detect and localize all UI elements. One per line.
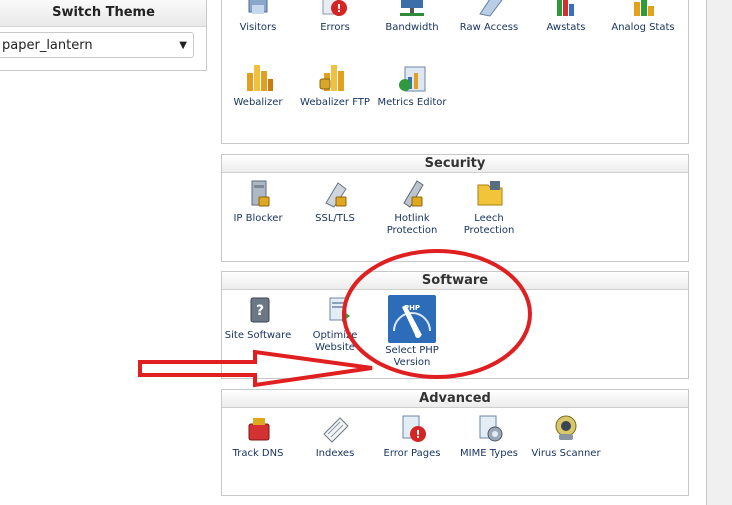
raw-access-item[interactable]: Raw Access [450,0,528,34]
ssl-tls-item[interactable]: SSL/TLS [296,179,374,225]
svg-text:!: ! [415,428,420,441]
awstats-icon [549,0,583,18]
mime-types-icon [472,414,506,444]
select-php-version-item[interactable]: PHP Select PHP Version [373,295,451,369]
metrics-editor-item[interactable]: Metrics Editor [373,63,451,109]
ssl-tls-icon [318,179,352,209]
webalizer-ftp-item[interactable]: Webalizer FTP [296,63,374,109]
awstats-item[interactable]: Awstats [527,0,605,34]
theme-select-value: paper_lantern [2,38,93,53]
analog-stats-icon [626,0,660,18]
visitors-icon [241,0,275,18]
software-panel: Software ? Site Software Optimize Websit… [221,271,689,379]
svg-text:!: ! [336,2,341,15]
ip-blocker-item[interactable]: IP Blocker [219,179,297,225]
security-title: Security [222,155,688,173]
hotlink-protection-item[interactable]: Hotlink Protection [373,179,451,237]
bandwidth-item[interactable]: Bandwidth [373,0,451,34]
theme-select[interactable]: paper_lantern ▼ [0,32,194,58]
switch-theme-box: Switch Theme paper_lantern ▼ [0,0,207,71]
stats-panel: Visitors ! Errors Bandwidth Raw Access A… [221,0,689,144]
advanced-title: Advanced [222,390,688,408]
software-title: Software [222,272,688,290]
site-software-item[interactable]: ? Site Software [219,296,297,342]
visitors-item[interactable]: Visitors [219,0,297,34]
switch-theme-title: Switch Theme [0,0,206,27]
chevron-down-icon: ▼ [179,40,187,51]
optimize-website-item[interactable]: Optimize Website [296,296,374,354]
svg-text:?: ? [256,303,264,319]
webalizer-item[interactable]: Webalizer [219,63,297,109]
track-dns-icon [241,414,275,444]
bandwidth-icon [395,0,429,18]
indexes-item[interactable]: Indexes [296,414,374,460]
webalizer-icon [241,63,275,93]
php-gauge-icon: PHP [388,295,436,343]
security-panel: Security IP Blocker SSL/TLS Hotlink Prot… [221,154,689,262]
track-dns-item[interactable]: Track DNS [219,414,297,460]
error-pages-icon: ! [395,414,429,444]
mime-types-item[interactable]: MIME Types [450,414,528,460]
virus-scanner-icon [549,414,583,444]
raw-access-icon [472,0,506,18]
leech-protection-icon [472,179,506,209]
scrollbar[interactable] [706,0,732,505]
hotlink-protection-icon [395,179,429,209]
error-pages-item[interactable]: ! Error Pages [373,414,451,460]
site-software-icon: ? [241,296,275,326]
errors-item[interactable]: ! Errors [296,0,374,34]
analog-stats-item[interactable]: Analog Stats [604,0,682,34]
optimize-website-icon [318,296,352,326]
webalizer-ftp-icon [318,63,352,93]
virus-scanner-item[interactable]: Virus Scanner [527,414,605,460]
advanced-panel: Advanced Track DNS Indexes ! Error Pages… [221,389,689,496]
errors-icon: ! [318,0,352,18]
ip-blocker-icon [241,179,275,209]
indexes-icon [318,414,352,444]
leech-protection-item[interactable]: Leech Protection [450,179,528,237]
metrics-editor-icon [395,63,429,93]
